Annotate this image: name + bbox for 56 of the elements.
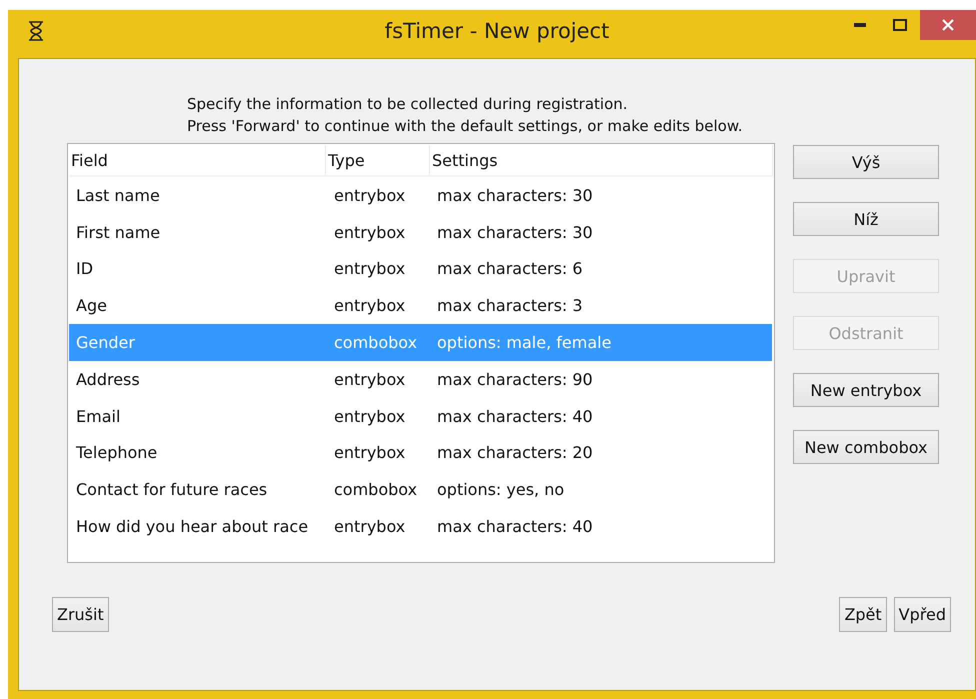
action-button[interactable]: New entrybox (793, 373, 939, 407)
table-row[interactable]: Email entrybox max characters: 40 (69, 398, 772, 435)
table-cell-text: max characters: 40 (436, 406, 594, 426)
table-cell-text: entrybox (333, 296, 406, 316)
table-cell-text: entrybox (333, 370, 406, 389)
table-cell-text: max characters: 20 (436, 443, 594, 462)
table-row[interactable]: Age entrybox max characters: 3 (69, 287, 772, 324)
table-row[interactable]: Last name entrybox max characters: 30 (69, 177, 772, 214)
table-cell-text: entrybox (333, 517, 406, 536)
close-icon (942, 19, 954, 31)
table-cell-text: entrybox (333, 259, 406, 278)
table-row[interactable]: First name entrybox max characters: 30 (69, 214, 772, 251)
table-cell-text: Telephone (75, 443, 158, 462)
table-cell-text: combobox (333, 480, 418, 500)
close-button[interactable] (920, 10, 976, 40)
table-cell-text: options: male, female (436, 333, 612, 352)
nav-button[interactable]: Vpřed (894, 597, 951, 632)
table-cell-text: max characters: 30 (436, 186, 594, 205)
table-cell-text: max characters: 90 (436, 370, 594, 389)
table-cell-text: Address (75, 370, 141, 389)
instruction-text: Specify the information to be collected during registration. (187, 94, 629, 115)
table-cell-text: combobox (333, 333, 418, 352)
table-cell-text: entrybox (333, 443, 406, 462)
table-cell-text: max characters: 6 (436, 259, 584, 278)
maximize-icon (893, 19, 907, 31)
table-row[interactable]: Contact for future races combobox options: yes, no (69, 471, 772, 508)
cancel-button[interactable]: Zrušit (52, 597, 109, 632)
table-cell-text: Last name (75, 186, 161, 205)
table-cell-text: max characters: 40 (436, 517, 594, 536)
table-cell-text: How did you hear about race (75, 517, 310, 536)
table-cell-text: entrybox (333, 406, 406, 426)
action-button[interactable]: Níž (793, 202, 939, 236)
table-row[interactable]: How did you hear about race entrybox max characters: 40 (69, 508, 772, 545)
action-button[interactable]: New combobox (793, 430, 939, 464)
table-cell-text: Age (75, 296, 108, 316)
table-cell-text: max characters: 3 (436, 296, 584, 316)
window-title: fsTimer - New project (384, 19, 610, 43)
minimize-icon (854, 23, 866, 27)
instruction-text: Press 'Forward' to continue with the default settings, or make edits below. (187, 116, 744, 137)
table-row[interactable]: Telephone entrybox max characters: 20 (69, 434, 772, 472)
table-cell-text: entrybox (333, 186, 406, 205)
column-header[interactable]: Type (326, 145, 430, 175)
nav-button[interactable]: Zpět (839, 597, 887, 632)
table-cell-text: ID (75, 259, 94, 278)
table-row[interactable]: Address entrybox max characters: 90 (69, 360, 772, 398)
table-cell-text: max characters: 30 (436, 222, 594, 242)
table-cell-text: options: yes, no (436, 480, 566, 500)
table-cell-text: entrybox (333, 222, 406, 242)
column-header[interactable]: Settings (430, 145, 773, 175)
table-cell-text: Contact for future races (75, 480, 268, 500)
hourglass-icon (28, 21, 44, 41)
action-button[interactable]: Výš (793, 145, 939, 179)
table-row[interactable]: ID entrybox max characters: 6 (69, 250, 772, 288)
table-cell-text: Gender (75, 333, 136, 352)
table-cell-text: First name (75, 222, 162, 242)
table-cell-text: Email (75, 406, 122, 426)
